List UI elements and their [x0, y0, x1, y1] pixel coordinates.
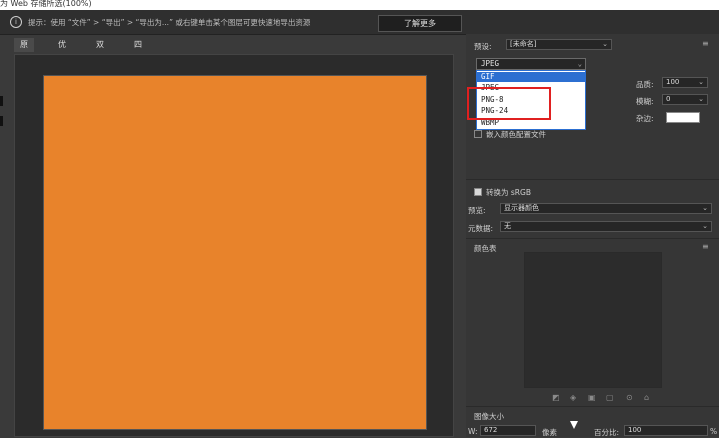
divider	[466, 406, 719, 407]
tab-original[interactable]: 原稿	[14, 38, 34, 63]
format-value: JPEG	[481, 59, 500, 68]
embed-profile-checkbox[interactable]	[474, 130, 482, 138]
width-label: W:	[468, 427, 478, 436]
quality-value: 100	[666, 78, 680, 86]
metadata-label: 元数据:	[468, 224, 494, 233]
delete-color-icon[interactable]: ⊙	[626, 393, 633, 402]
preset-select[interactable]: [未命名] ⌄	[506, 39, 612, 50]
divider	[466, 238, 719, 239]
metadata-value: 无	[504, 222, 511, 230]
color-table-menu-icon[interactable]: ≡	[702, 242, 709, 251]
tab-optimized[interactable]: 优化	[52, 38, 72, 63]
info-icon: i	[10, 16, 22, 28]
percent-field[interactable]: 100	[624, 425, 708, 436]
left-edge-marks	[0, 96, 3, 132]
blur-label: 模糊:	[636, 97, 654, 106]
highlight-annotation	[467, 87, 551, 120]
preview-canvas[interactable]	[14, 54, 454, 437]
color-table[interactable]	[524, 252, 662, 388]
format-option-gif[interactable]: GIF	[477, 72, 585, 82]
preset-value: [未命名]	[510, 40, 537, 48]
convert-srgb-checkbox[interactable]	[474, 188, 482, 196]
blur-field[interactable]: 0 ⌄	[662, 94, 708, 105]
image-size-label: 图像大小	[474, 412, 504, 421]
info-bar: i 提示：使用 “文件” > “导出” > “导出为...” 或右键单击某个图层…	[0, 10, 719, 35]
window-title: 为 Web 存储所选(100%)	[0, 0, 719, 10]
convert-srgb-label: 转换为 sRGB	[486, 188, 531, 197]
learn-more-button[interactable]: 了解更多	[378, 15, 462, 32]
percent-label: 百分比:	[594, 428, 620, 437]
metadata-select[interactable]: 无 ⌄	[500, 221, 712, 232]
width-unit: 像素	[542, 428, 557, 437]
lock-color-icon[interactable]: ▣	[588, 393, 596, 402]
preview-select[interactable]: 显示器颜色 ⌄	[500, 203, 712, 214]
preview-image	[43, 75, 427, 430]
preview-value: 显示器颜色	[504, 204, 539, 212]
chevron-down-icon: ⌄	[698, 78, 704, 86]
preview-label: 预览:	[468, 206, 486, 215]
mouse-cursor-icon	[570, 421, 578, 429]
preset-label: 预设:	[474, 42, 492, 51]
shift-web-icon[interactable]: ◈	[570, 393, 576, 402]
chevron-down-icon: ⌄	[702, 204, 708, 212]
matte-color-swatch[interactable]	[666, 112, 700, 123]
embed-profile-label: 嵌入颜色配置文件	[486, 130, 546, 139]
preset-menu-icon[interactable]: ≡	[702, 39, 709, 48]
chevron-down-icon: ⌄	[577, 60, 582, 68]
color-table-label: 颜色表	[474, 244, 497, 253]
percent-unit: %	[710, 427, 718, 436]
new-color-icon[interactable]: ▢	[606, 393, 614, 402]
format-select[interactable]: JPEG ⌄	[476, 58, 586, 70]
matte-label: 杂边:	[636, 114, 654, 123]
quality-field[interactable]: 100 ⌄	[662, 77, 708, 88]
map-color-icon[interactable]: ◩	[552, 393, 560, 402]
tip-text: 提示：使用 “文件” > “导出” > “导出为...” 或右键单击某个图层可更…	[28, 18, 311, 27]
quality-label: 品质:	[636, 80, 654, 89]
chevron-down-icon: ⌄	[602, 40, 608, 48]
tab-2up[interactable]: 双联	[90, 38, 110, 63]
chevron-down-icon: ⌄	[698, 95, 704, 103]
divider	[466, 179, 719, 180]
tab-4up[interactable]: 四联	[128, 38, 148, 63]
trash-icon[interactable]: ⌂	[644, 393, 649, 402]
blur-value: 0	[666, 95, 671, 103]
chevron-down-icon: ⌄	[702, 222, 708, 230]
width-field[interactable]: 672	[480, 425, 536, 436]
